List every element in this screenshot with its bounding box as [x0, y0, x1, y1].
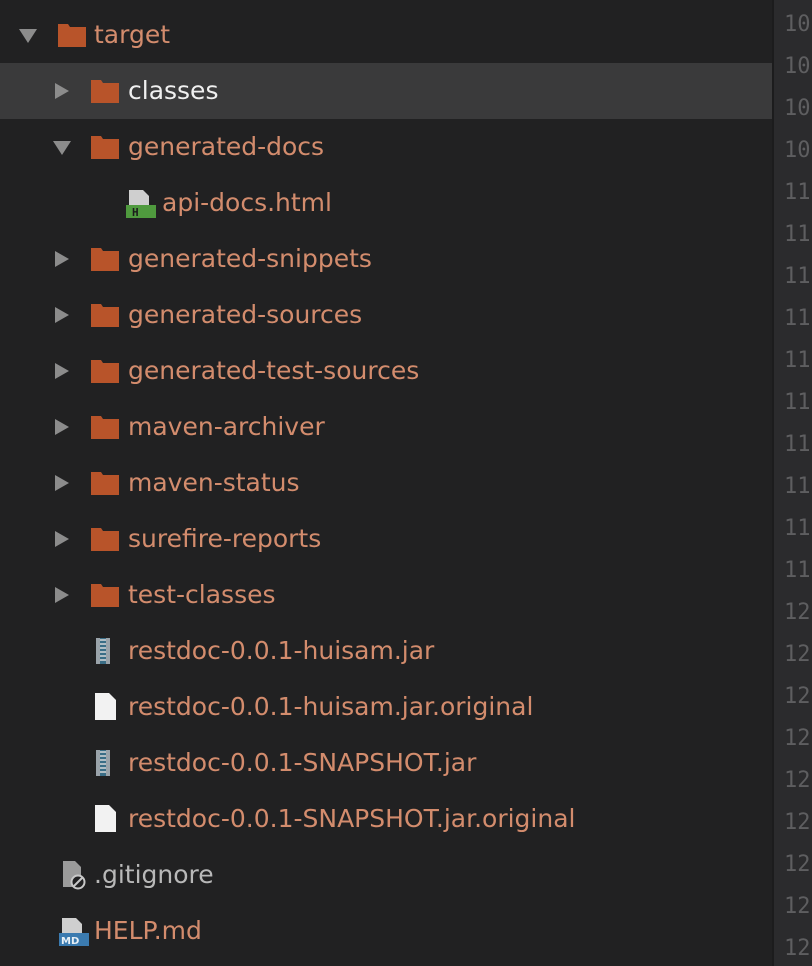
tree-item-label: generated-snippets: [128, 244, 372, 273]
text-file-icon: [92, 692, 122, 722]
line-number: 11: [784, 558, 811, 583]
markdown-file-icon: MD: [58, 916, 89, 947]
html-file-icon: H: [125, 188, 156, 219]
tree-item-classes[interactable]: classes: [0, 63, 772, 119]
collapse-arrow-icon[interactable]: [55, 419, 69, 435]
tree-item-label: test-classes: [128, 580, 276, 609]
line-number: 11: [784, 474, 811, 499]
line-number: 11: [784, 516, 811, 541]
line-number: 12: [784, 684, 811, 709]
collapse-arrow-icon[interactable]: [55, 363, 69, 379]
folder-icon: [57, 20, 87, 50]
folder-icon: [90, 300, 120, 330]
tree-item-label: api-docs.html: [162, 188, 332, 217]
folder-icon: [90, 76, 120, 106]
line-number: 10: [784, 54, 811, 79]
tree-item-label: restdoc-0.0.1-SNAPSHOT.jar.original: [128, 804, 576, 833]
collapse-arrow-icon[interactable]: [55, 83, 69, 99]
line-number: 11: [784, 432, 811, 457]
folder-icon: [90, 580, 120, 610]
expand-arrow-icon[interactable]: [53, 141, 71, 155]
tree-item-generated-snippets[interactable]: generated-snippets: [0, 231, 772, 287]
tree-item-test-classes[interactable]: test-classes: [0, 567, 772, 623]
tree-item-label: surefire-reports: [128, 524, 322, 553]
tree-item-restdoc-huisam-jar[interactable]: restdoc-0.0.1-huisam.jar: [0, 623, 772, 679]
line-number: 11: [784, 264, 811, 289]
line-number: 10: [784, 12, 811, 37]
tree-item-label: .gitignore: [94, 860, 214, 889]
tree-item-surefire-reports[interactable]: surefire-reports: [0, 511, 772, 567]
tree-item-label: HELP.md: [94, 916, 202, 945]
tree-item-maven-status[interactable]: maven-status: [0, 455, 772, 511]
line-number: 11: [784, 390, 811, 415]
collapse-arrow-icon[interactable]: [55, 475, 69, 491]
folder-icon: [90, 468, 120, 498]
line-number: 12: [784, 894, 811, 919]
tree-item-label: restdoc-0.0.1-huisam.jar.original: [128, 692, 534, 721]
folder-icon: [90, 524, 120, 554]
tree-item-help-md[interactable]: MD HELP.md: [0, 903, 772, 959]
project-tree-panel[interactable]: target classes generated-docs H api-docs…: [0, 0, 772, 966]
line-number: 10: [784, 96, 811, 121]
tree-item-generated-sources[interactable]: generated-sources: [0, 287, 772, 343]
svg-text:MD: MD: [61, 936, 79, 947]
folder-icon: [90, 244, 120, 274]
gitignore-file-icon: [60, 860, 90, 890]
tree-item-generated-docs[interactable]: generated-docs: [0, 119, 772, 175]
svg-text:H: H: [132, 206, 139, 219]
jar-file-icon: [92, 748, 122, 778]
line-number: 11: [784, 348, 811, 373]
tree-item-label: maven-status: [128, 468, 300, 497]
tree-item-maven-archiver[interactable]: maven-archiver: [0, 399, 772, 455]
tree-item-generated-test-sources[interactable]: generated-test-sources: [0, 343, 772, 399]
line-number: 12: [784, 642, 811, 667]
tree-item-target[interactable]: target: [0, 7, 772, 63]
collapse-arrow-icon[interactable]: [55, 531, 69, 547]
line-number: 12: [784, 810, 811, 835]
tree-item-label: restdoc-0.0.1-huisam.jar: [128, 636, 435, 665]
folder-icon: [90, 356, 120, 386]
collapse-arrow-icon[interactable]: [55, 587, 69, 603]
tree-item-label: target: [94, 20, 171, 49]
jar-file-icon: [92, 636, 122, 666]
line-number: 12: [784, 852, 811, 877]
tree-item-restdoc-huisam-jar-original[interactable]: restdoc-0.0.1-huisam.jar.original: [0, 679, 772, 735]
line-number: 12: [784, 768, 811, 793]
tree-item-restdoc-snapshot-jar-original[interactable]: restdoc-0.0.1-SNAPSHOT.jar.original: [0, 791, 772, 847]
tree-item-label: maven-archiver: [128, 412, 325, 441]
tree-item-label: restdoc-0.0.1-SNAPSHOT.jar: [128, 748, 477, 777]
tree-item-label: generated-test-sources: [128, 356, 420, 385]
line-number: 12: [784, 936, 811, 961]
line-number: 11: [784, 306, 811, 331]
tree-item-restdoc-snapshot-jar[interactable]: restdoc-0.0.1-SNAPSHOT.jar: [0, 735, 772, 791]
folder-icon: [90, 132, 120, 162]
line-number: 12: [784, 600, 811, 625]
line-number: 10: [784, 138, 811, 163]
tree-item-label: generated-docs: [128, 132, 325, 161]
text-file-icon: [92, 804, 122, 834]
tree-item-api-docs-html[interactable]: H api-docs.html: [0, 175, 772, 231]
collapse-arrow-icon[interactable]: [55, 251, 69, 267]
expand-arrow-icon[interactable]: [19, 29, 37, 43]
tree-item-label: classes: [128, 76, 219, 105]
tree-item-label: generated-sources: [128, 300, 363, 329]
line-number: 11: [784, 180, 811, 205]
collapse-arrow-icon[interactable]: [55, 307, 69, 323]
line-number: 12: [784, 726, 811, 751]
editor-line-number-gutter: 10 10 10 10 11 11 11 11 11 11 11 11 11 1…: [772, 0, 812, 966]
line-number: 11: [784, 222, 811, 247]
folder-icon: [90, 412, 120, 442]
tree-item-gitignore[interactable]: .gitignore: [0, 847, 772, 903]
